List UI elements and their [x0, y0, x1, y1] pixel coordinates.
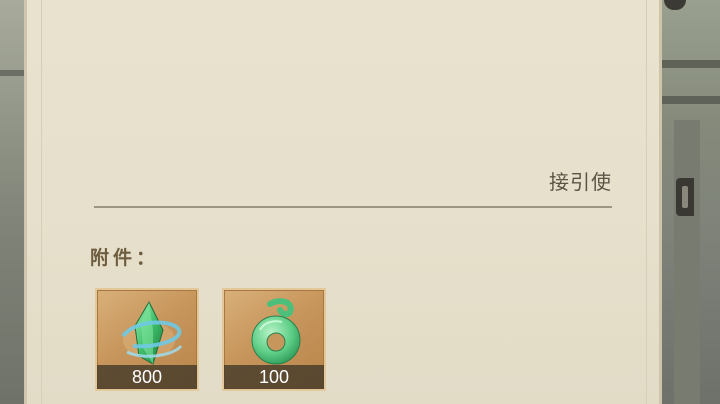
- attachment-slot-crystal[interactable]: 800: [95, 288, 199, 391]
- pillar: [674, 120, 700, 404]
- railing: [662, 96, 720, 104]
- divider: [94, 206, 612, 208]
- attachment-quantity: 800: [97, 365, 197, 389]
- green-crystal-icon: [121, 300, 183, 365]
- letter-signature: 接引使: [549, 170, 612, 194]
- attachments-label: 附件：: [90, 247, 160, 269]
- jade-ring-icon: [251, 298, 301, 365]
- background-scenery-left: [0, 0, 24, 404]
- letter-clip-icon: [676, 178, 694, 216]
- attachment-slot-jade[interactable]: 100: [222, 288, 326, 391]
- attachment-quantity: 100: [224, 365, 324, 389]
- railing: [662, 60, 720, 68]
